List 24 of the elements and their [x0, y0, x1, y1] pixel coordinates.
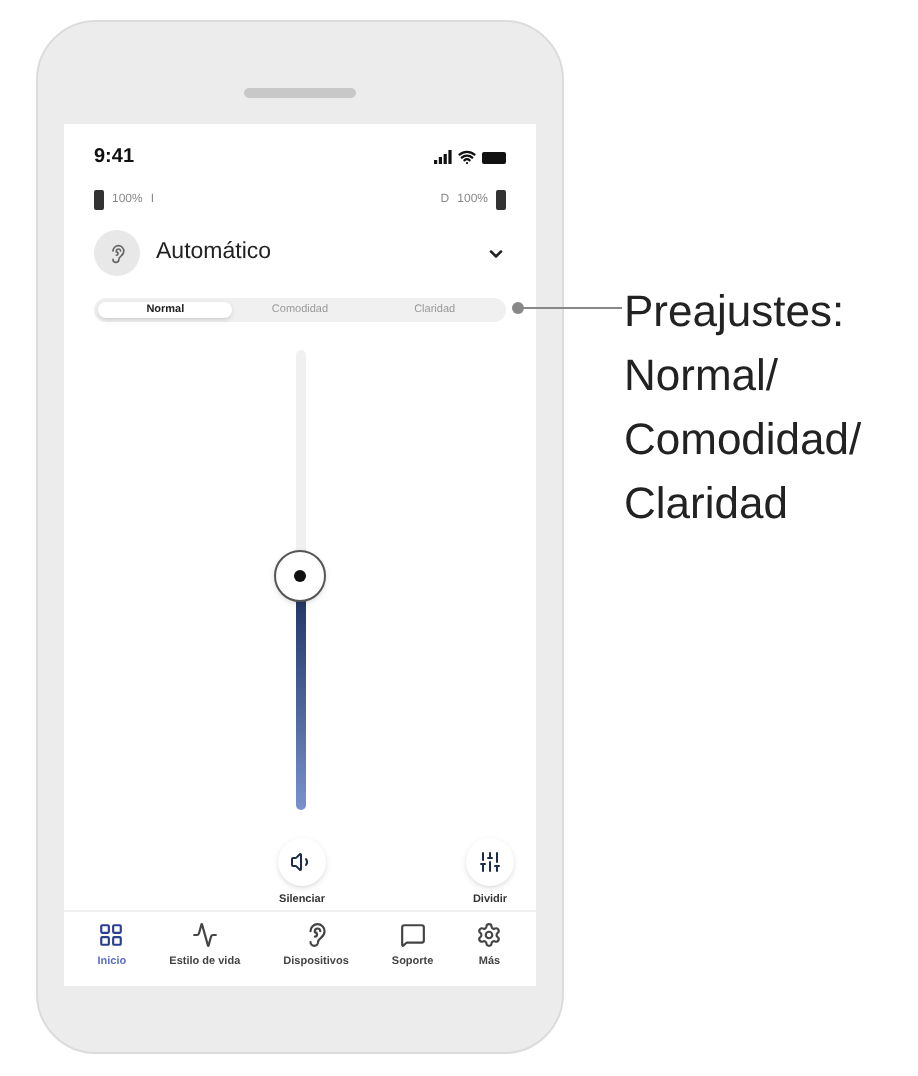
- annotation-text: Comodidad/: [624, 412, 862, 468]
- pulse-icon: [191, 921, 218, 947]
- annotation-text: Normal/: [624, 348, 781, 404]
- phone-battery-icon: [482, 151, 506, 163]
- chat-icon: [399, 921, 426, 947]
- battery-icon: [94, 190, 104, 210]
- battery-icon: [496, 190, 506, 210]
- annotation-text: Claridad: [624, 476, 790, 532]
- clock-time: 9:41: [94, 144, 135, 172]
- wifi-icon: [458, 148, 476, 166]
- volume-slider[interactable]: [272, 350, 328, 811]
- annotation-text: Preajustes:: [624, 284, 847, 340]
- settings-icon: [476, 921, 503, 947]
- signal-icon: [434, 150, 452, 164]
- ear-icon: [303, 921, 330, 947]
- program-name: Automático: [156, 237, 274, 268]
- sliders-icon: [478, 850, 502, 875]
- speaker-slot: [244, 88, 356, 98]
- program-icon: [94, 230, 140, 276]
- leader-line: [510, 300, 622, 316]
- program-selector[interactable]: Automático: [64, 230, 536, 276]
- grid-icon: [98, 921, 125, 947]
- speaker-icon: [290, 850, 314, 875]
- slider-thumb[interactable]: [274, 549, 326, 602]
